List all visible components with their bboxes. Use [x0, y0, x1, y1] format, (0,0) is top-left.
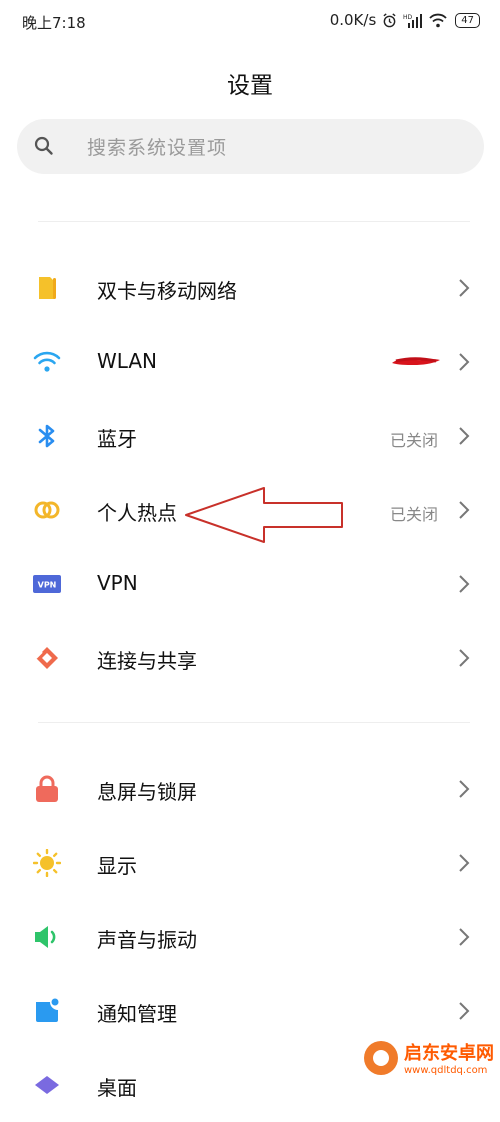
hotspot-status: 已关闭: [389, 505, 438, 524]
chevron-right-icon: [459, 501, 470, 519]
settings-item-label: 显示: [97, 854, 137, 878]
lock-icon: [33, 775, 61, 803]
watermark-name: 启东安卓网: [404, 1043, 494, 1064]
chevron-right-icon: [459, 427, 470, 445]
settings-item-label: 通知管理: [97, 1002, 177, 1026]
vpn-badge-text: VPN: [38, 581, 57, 590]
redaction-scribble: [392, 357, 440, 365]
settings-item-bluetooth[interactable]: 蓝牙 已关闭: [0, 399, 500, 473]
status-bar: 晚上7:18 0.0K/s HD 47: [0, 0, 500, 44]
sun-icon: [33, 849, 61, 877]
settings-item-dual-sim[interactable]: 双卡与移动网络: [0, 251, 500, 325]
settings-item-label: 桌面: [97, 1076, 137, 1100]
divider: [38, 221, 470, 222]
chevron-right-icon: [459, 928, 470, 946]
status-icons: 0.0K/s HD 47: [330, 11, 480, 29]
signal-icon: HD: [403, 13, 423, 28]
annotation-arrow: [185, 487, 343, 543]
settings-item-label: 息屏与锁屏: [97, 780, 197, 804]
divider: [38, 722, 470, 723]
settings-item-notifications[interactable]: 通知管理: [0, 974, 500, 1048]
settings-item-label: VPN: [97, 571, 138, 595]
settings-item-label: 个人热点: [97, 501, 177, 525]
battery-icon: 47: [455, 12, 480, 28]
watermark-logo-icon: [364, 1040, 398, 1075]
settings-item-label: WLAN: [97, 349, 158, 373]
bluetooth-icon: [33, 422, 61, 450]
hotspot-icon: [33, 496, 61, 524]
speaker-icon: [33, 923, 61, 951]
chevron-right-icon: [459, 353, 470, 371]
chevron-right-icon: [459, 279, 470, 297]
search-placeholder: 搜索系统设置项: [87, 137, 228, 159]
status-time: 晚上7:18: [22, 14, 86, 32]
settings-item-connection-sharing[interactable]: 连接与共享: [0, 621, 500, 695]
wifi-status-icon: [429, 13, 447, 27]
vpn-icon: VPN: [33, 570, 61, 598]
settings-item-sound[interactable]: 声音与振动: [0, 900, 500, 974]
chevron-right-icon: [459, 575, 470, 593]
sim-card-icon: [33, 274, 61, 302]
network-speed: 0.0K/s: [329, 11, 377, 29]
watermark-url: www.qdltdq.com: [404, 1065, 488, 1076]
signal-hd-label: HD: [403, 14, 413, 21]
search-icon: [34, 136, 53, 155]
desktop-icon: [33, 1071, 61, 1099]
chevron-right-icon: [459, 780, 470, 798]
settings-item-label: 双卡与移动网络: [97, 279, 237, 303]
settings-item-label: 声音与振动: [97, 928, 197, 952]
search-input[interactable]: 搜索系统设置项: [17, 119, 484, 174]
alarm-icon: [383, 12, 396, 27]
settings-item-display[interactable]: 显示: [0, 826, 500, 900]
settings-item-vpn[interactable]: VPN VPN: [0, 547, 500, 621]
settings-item-wlan[interactable]: WLAN: [0, 325, 500, 399]
settings-item-label: 连接与共享: [97, 649, 197, 673]
wifi-icon: [33, 348, 61, 376]
chevron-right-icon: [459, 854, 470, 872]
settings-item-label: 蓝牙: [97, 427, 137, 451]
settings-item-lock-screen[interactable]: 息屏与锁屏: [0, 752, 500, 826]
chevron-right-icon: [459, 1002, 470, 1020]
share-icon: [33, 644, 61, 672]
page-title: 设置: [227, 73, 273, 99]
notification-icon: [33, 997, 61, 1025]
chevron-right-icon: [459, 649, 470, 667]
bluetooth-status: 已关闭: [389, 431, 438, 450]
watermark: 启东安卓网 www.qdltdq.com: [364, 1039, 494, 1076]
